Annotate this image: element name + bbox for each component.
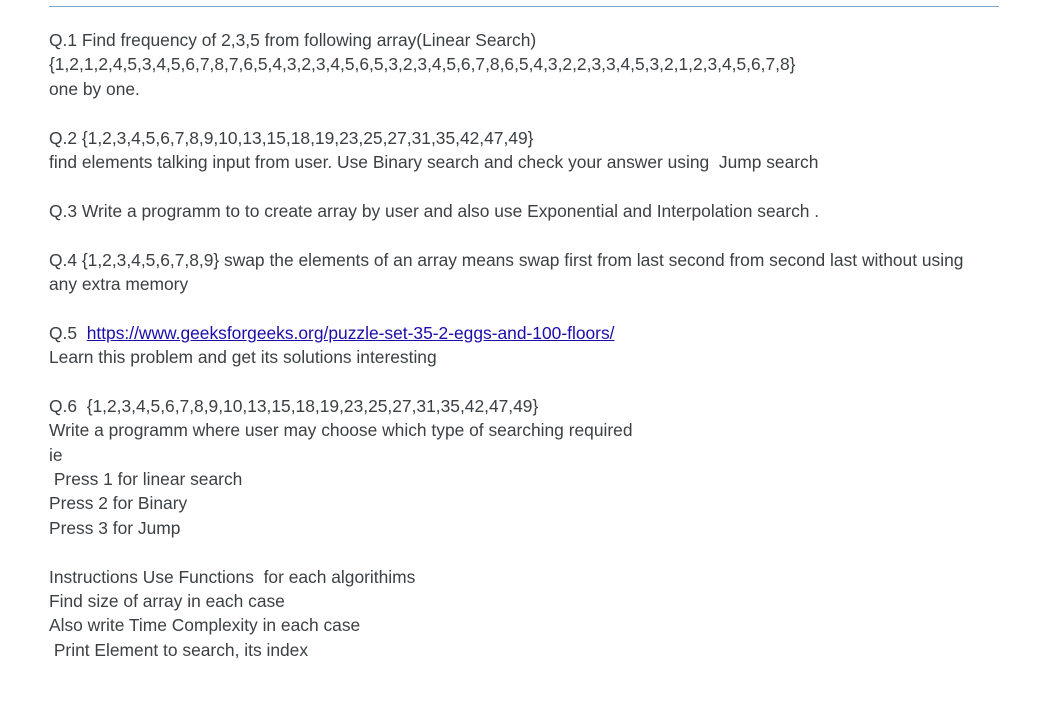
instructions-line-4: Print Element to search, its index: [49, 639, 309, 660]
question-1: Q.1 Find frequency of 2,3,5 from followi…: [49, 28, 1009, 101]
q4-description: Q.4 {1,2,3,4,5,6,7,8,9} swap the element…: [49, 249, 964, 270]
top-divider: [49, 6, 999, 7]
question-4: Q.4 {1,2,3,4,5,6,7,8,9} swap the element…: [49, 248, 1009, 297]
q4-description-cont: any extra memory: [49, 273, 189, 294]
q5-link-line: Q.5 https://www.geeksforgeeks.org/puzzle…: [49, 321, 1009, 345]
instructions: Instructions Use Functions for each algo…: [49, 565, 1009, 663]
question-3: Q.3 Write a programm to to create array …: [49, 199, 1009, 223]
q6-ie: ie: [49, 444, 63, 465]
q6-description: Write a programm where user may choose w…: [49, 420, 633, 441]
q2-description: find elements talking input from user. U…: [49, 151, 819, 172]
instructions-line-1: Instructions Use Functions for each algo…: [49, 566, 416, 587]
document-body: Q.1 Find frequency of 2,3,5 from followi…: [49, 28, 1009, 662]
q5-description: Learn this problem and get its solutions…: [49, 347, 437, 368]
q6-option-3: Press 3 for Jump: [49, 517, 181, 538]
question-5: Q.5 https://www.geeksforgeeks.org/puzzle…: [49, 321, 1009, 370]
question-2: Q.2 {1,2,3,4,5,6,7,8,9,10,13,15,18,19,23…: [49, 126, 1009, 175]
q6-option-1: Press 1 for linear search: [49, 469, 243, 490]
q1-array: {1,2,1,2,4,5,3,4,5,6,7,8,7,6,5,4,3,2,3,4…: [49, 54, 796, 75]
document-page: Q.1 Find frequency of 2,3,5 from followi…: [0, 0, 1043, 725]
puzzle-link[interactable]: https://www.geeksforgeeks.org/puzzle-set…: [87, 323, 615, 343]
q1-note: one by one.: [49, 78, 140, 99]
q6-option-2: Press 2 for Binary: [49, 493, 188, 514]
instructions-line-3: Also write Time Complexity in each case: [49, 615, 361, 636]
q1-title: Q.1 Find frequency of 2,3,5 from followi…: [49, 30, 537, 50]
q6-array: Q.6 {1,2,3,4,5,6,7,8,9,10,13,15,18,19,23…: [49, 395, 539, 416]
question-6: Q.6 {1,2,3,4,5,6,7,8,9,10,13,15,18,19,23…: [49, 394, 1009, 540]
instructions-line-2: Find size of array in each case: [49, 590, 285, 611]
q3-description: Q.3 Write a programm to to create array …: [49, 200, 820, 221]
q2-array: Q.2 {1,2,3,4,5,6,7,8,9,10,13,15,18,19,23…: [49, 127, 534, 148]
q5-prefix: Q.5: [49, 322, 87, 343]
